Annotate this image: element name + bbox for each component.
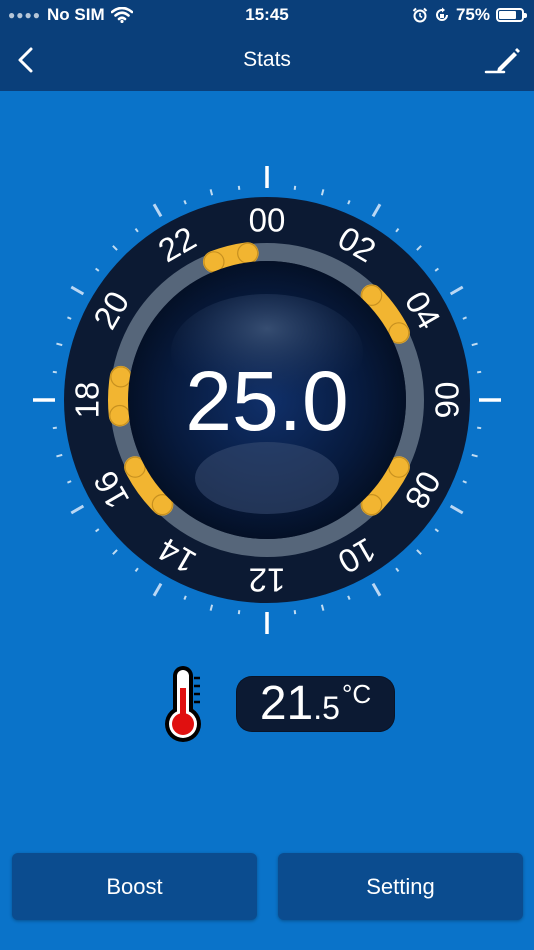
dial-tick [462, 316, 467, 320]
hour-label: 06 [429, 382, 466, 419]
pencil-icon[interactable] [484, 42, 520, 78]
page-title: Stats [243, 48, 291, 71]
dial-tick [70, 504, 85, 515]
period-handle[interactable] [110, 366, 132, 388]
battery-percent: 75% [455, 5, 490, 24]
dial-tick [395, 228, 400, 233]
room-temperature-display: 21 .5 °C [236, 676, 395, 732]
dial-tick [477, 426, 482, 430]
setting-button[interactable]: Setting [278, 853, 523, 920]
nav-bar: Stats [0, 30, 534, 91]
period-handle[interactable] [109, 404, 131, 427]
dial-tick [237, 185, 241, 190]
dial-tick [471, 342, 478, 347]
dial-tick [320, 189, 325, 196]
room-temperature-decimal: .5 [313, 690, 340, 726]
setpoint-value: 25.0 [185, 354, 349, 448]
dial-tick [347, 595, 351, 600]
dial-tick [237, 610, 241, 615]
dial-tick [395, 567, 400, 572]
dial-tick [416, 245, 422, 251]
hour-label: 00 [249, 202, 286, 239]
dial-tick [462, 480, 467, 484]
room-temperature-unit: °C [341, 679, 372, 709]
dial-tick [112, 245, 118, 251]
hour-label: 18 [69, 382, 106, 419]
alarm-icon [412, 7, 428, 23]
dial-tick [371, 203, 382, 218]
dial-tick [56, 342, 63, 347]
dial-tick [52, 370, 57, 374]
dial-tick [95, 528, 100, 533]
dial-tick [209, 604, 214, 611]
dial-tick [152, 203, 163, 218]
dial-tick [134, 567, 139, 572]
battery-icon [496, 8, 527, 22]
dial-tick [134, 228, 139, 233]
dial-tick [293, 185, 297, 190]
period-handle[interactable] [237, 242, 259, 264]
dial-tick [293, 610, 297, 615]
dial-tick [449, 285, 464, 296]
status-bar: ●●●● No SIM 15:45 75% [0, 0, 534, 30]
hour-label: 12 [249, 562, 286, 599]
dial-tick [449, 504, 464, 515]
dial-tick [434, 528, 439, 533]
schedule-dial[interactable]: 00 0204060810121416182022 25.0 [0, 140, 534, 660]
carrier-label: No SIM [47, 5, 105, 24]
dial-tick [209, 189, 214, 196]
boost-button[interactable]: Boost [12, 853, 257, 920]
rotation-lock-icon [436, 7, 448, 21]
dial-tick [183, 595, 187, 600]
status-right: 75% [412, 5, 527, 25]
battery-fill [499, 11, 516, 19]
dial-tick [52, 426, 57, 430]
period-handle[interactable] [203, 251, 225, 273]
dial-tick [477, 370, 482, 374]
dial-tick [152, 582, 163, 597]
status-left: ●●●● No SIM [8, 5, 133, 25]
dial-tick [434, 267, 439, 272]
dial-tick [95, 267, 100, 272]
dial-tick [112, 549, 118, 555]
dial-tick [183, 200, 187, 205]
dial-tick [416, 549, 422, 555]
dial-tick [320, 604, 325, 611]
signal-dots-icon: ●●●● [8, 8, 41, 22]
dial-tick [371, 582, 382, 597]
thermometer-icon [165, 666, 201, 742]
room-temperature-integer: 21 [259, 677, 314, 730]
dial-tick [70, 285, 85, 296]
dial-tick [347, 200, 351, 205]
dial-tick [67, 316, 72, 320]
dial-tick [67, 480, 72, 484]
wifi-icon [110, 7, 133, 23]
dial-highlight-bottom [195, 442, 339, 514]
dial-tick [471, 453, 478, 458]
dial-tick [56, 453, 63, 458]
